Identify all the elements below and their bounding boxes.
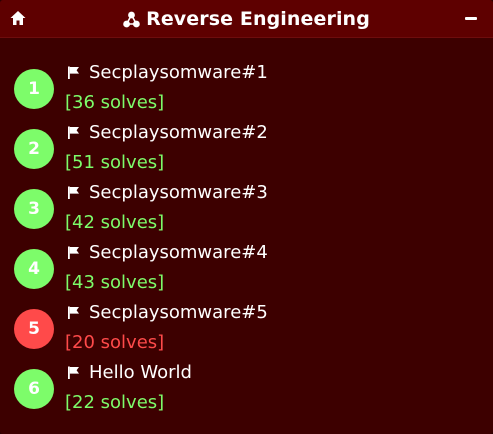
rank-badge: 2 [14, 129, 54, 169]
rank-badge: 6 [14, 369, 54, 409]
flag-icon [68, 306, 79, 319]
solve-count: [22 solves] [65, 392, 165, 413]
triangle-nodes-icon [123, 11, 140, 28]
solve-count: [20 solves] [65, 332, 165, 353]
rank-badge: 3 [14, 189, 54, 229]
challenge-row[interactable]: 5 Secplaysomware#5 [20 solves] [0, 300, 493, 360]
panel-header: Reverse Engineering [0, 0, 493, 38]
challenge-row[interactable]: 2 Secplaysomware#2 [51 solves] [0, 120, 493, 180]
solve-count: [36 solves] [65, 92, 165, 113]
flag-icon [68, 246, 79, 259]
solve-count: [42 solves] [65, 212, 165, 233]
challenge-row[interactable]: 6 Hello World [22 solves] [0, 360, 493, 420]
challenge-name: Secplaysomware#5 [89, 302, 268, 323]
rank-badge: 1 [14, 69, 54, 109]
panel-title-text: Reverse Engineering [146, 8, 370, 30]
flag-icon [68, 66, 79, 79]
challenge-panel: Reverse Engineering 1 Secplaysomware#1 [… [0, 0, 493, 434]
challenge-row[interactable]: 4 Secplaysomware#4 [43 solves] [0, 240, 493, 300]
challenge-name: Secplaysomware#2 [89, 122, 268, 143]
challenge-list: 1 Secplaysomware#1 [36 solves] 2 Secplay… [0, 60, 493, 420]
challenge-row[interactable]: 3 Secplaysomware#3 [42 solves] [0, 180, 493, 240]
rank-badge: 4 [14, 249, 54, 289]
home-icon[interactable] [9, 9, 27, 27]
challenge-row[interactable]: 1 Secplaysomware#1 [36 solves] [0, 60, 493, 120]
flag-icon [68, 186, 79, 199]
challenge-name: Secplaysomware#1 [89, 62, 268, 83]
panel-title: Reverse Engineering [0, 0, 493, 38]
flag-icon [68, 126, 79, 139]
flag-icon [68, 366, 79, 379]
solve-count: [51 solves] [65, 152, 165, 173]
solve-count: [43 solves] [65, 272, 165, 293]
challenge-name: Secplaysomware#4 [89, 242, 268, 263]
challenge-name: Hello World [89, 362, 192, 383]
minimize-icon[interactable] [465, 17, 477, 20]
rank-badge: 5 [14, 309, 54, 349]
challenge-name: Secplaysomware#3 [89, 182, 268, 203]
